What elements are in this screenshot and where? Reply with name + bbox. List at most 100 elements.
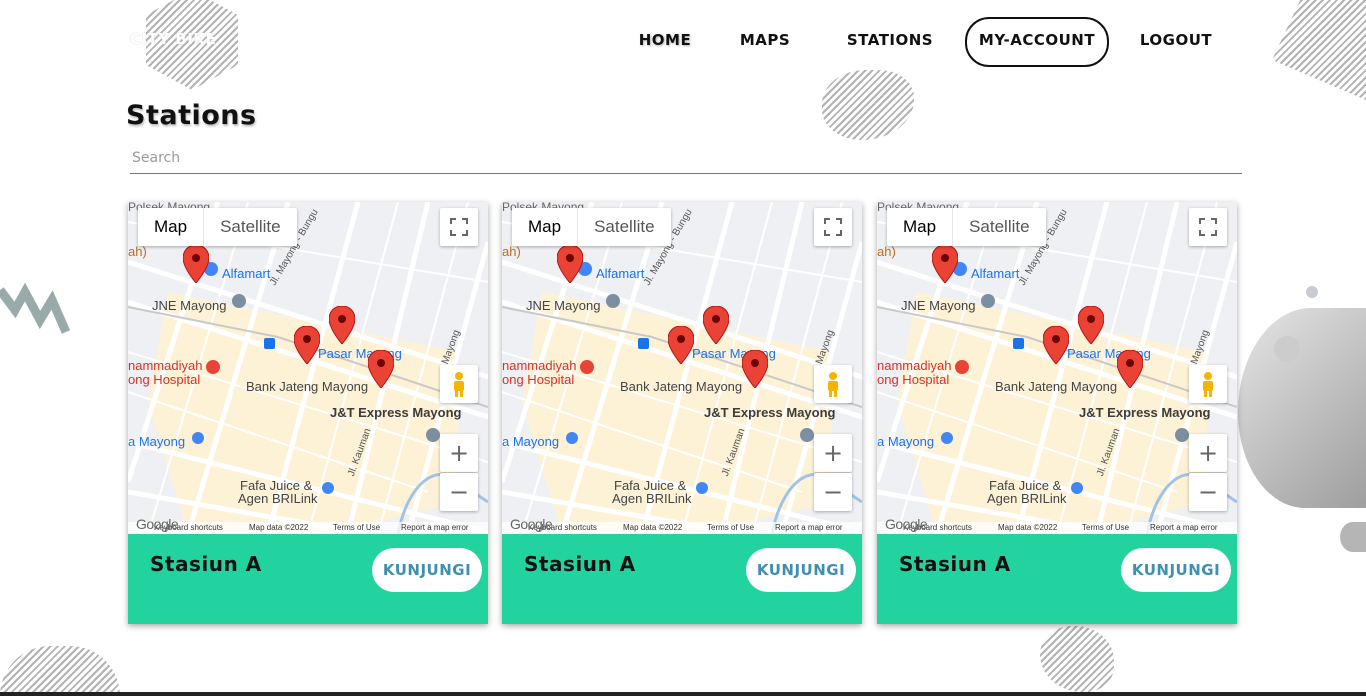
google-logo: Google xyxy=(885,516,928,532)
map-marker-icon[interactable] xyxy=(294,326,320,364)
map-label-hospital-2: ong Hospital xyxy=(128,372,201,387)
map-label-hospital-2: ong Hospital xyxy=(502,372,575,387)
map-marker-icon[interactable] xyxy=(183,245,209,283)
map-label-hospital: nammadiyah xyxy=(877,358,952,373)
station-map[interactable]: Polsek Mayong ah) Alfamart JNE Mayong Pa… xyxy=(128,202,488,534)
visit-button[interactable]: KUNJUNGI xyxy=(372,548,482,592)
map-marker-icon[interactable] xyxy=(932,245,958,283)
street-view-pegman[interactable] xyxy=(1189,365,1227,403)
zoom-in-button[interactable]: + xyxy=(814,434,852,472)
pegman-icon xyxy=(828,372,838,397)
nav-my-account[interactable]: MY-ACCOUNT xyxy=(965,17,1109,67)
visit-button[interactable]: KUNJUNGI xyxy=(746,548,856,592)
map-marker-icon[interactable] xyxy=(742,350,768,388)
map-label-alfamart: Alfamart xyxy=(596,266,645,281)
map-marker-icon[interactable] xyxy=(557,245,583,283)
station-name: Stasiun A xyxy=(150,552,262,576)
dot-decoration xyxy=(1306,286,1318,298)
bank-icon xyxy=(322,482,334,494)
map-type-map-button[interactable]: Map xyxy=(512,208,579,246)
map-attribution: Keyboard shortcuts Map data ©2022 Terms … xyxy=(128,522,488,534)
hospital-icon xyxy=(580,360,594,374)
map-data-label: Map data ©2022 xyxy=(249,523,309,532)
map-marker-icon[interactable] xyxy=(329,306,355,344)
map-label-bank: Bank Jateng Mayong xyxy=(620,379,743,394)
report-error-link[interactable]: Report a map error xyxy=(1150,522,1218,534)
map-label-jt: J&T Express Mayong xyxy=(1079,405,1211,420)
map-label-bank: Bank Jateng Mayong xyxy=(246,379,369,394)
bus-stop-icon xyxy=(1013,338,1024,349)
station-map[interactable]: Polsek Mayong ah) Alfamart JNE Mayong Pa… xyxy=(502,202,862,534)
map-label-mayong: a Mayong xyxy=(128,434,186,449)
nav-maps[interactable]: MAPS xyxy=(730,17,800,63)
terms-link[interactable]: Terms of Use xyxy=(1082,522,1129,534)
terms-link[interactable]: Terms of Use xyxy=(333,522,380,534)
hospital-icon xyxy=(206,360,220,374)
circle-decoration xyxy=(1340,522,1366,552)
window-bottom-border xyxy=(0,692,1366,696)
map-marker-icon[interactable] xyxy=(1043,326,1069,364)
place-icon xyxy=(800,428,814,442)
page-title: Stations xyxy=(126,100,257,131)
map-type-satellite-button[interactable]: Satellite xyxy=(953,208,1045,246)
zoom-in-button[interactable]: + xyxy=(1189,434,1227,472)
station-card: Polsek Mayong ah) Alfamart JNE Mayong Pa… xyxy=(877,202,1237,624)
map-type-satellite-button[interactable]: Satellite xyxy=(578,208,670,246)
map-marker-icon[interactable] xyxy=(1117,350,1143,388)
street-view-pegman[interactable] xyxy=(440,365,478,403)
blob-decoration xyxy=(822,70,914,140)
place-icon xyxy=(426,428,440,442)
fullscreen-button[interactable] xyxy=(814,208,852,246)
map-type-map-button[interactable]: Map xyxy=(887,208,954,246)
pegman-icon xyxy=(1203,372,1213,397)
map-label-jne: JNE Mayong xyxy=(152,298,227,313)
map-marker-icon[interactable] xyxy=(703,306,729,344)
zoom-in-button[interactable]: + xyxy=(440,434,478,472)
search-input[interactable] xyxy=(130,143,1242,174)
map-type-toggle: Map Satellite xyxy=(138,208,297,246)
map-type-map-button[interactable]: Map xyxy=(138,208,205,246)
logo[interactable]: CITY BIKE xyxy=(130,30,216,48)
card-footer: Stasiun A KUNJUNGI xyxy=(877,534,1237,624)
place-icon xyxy=(1175,428,1189,442)
zigzag-decoration xyxy=(0,280,80,354)
station-name: Stasiun A xyxy=(899,552,1011,576)
fullscreen-icon xyxy=(450,218,468,236)
fullscreen-button[interactable] xyxy=(1189,208,1227,246)
map-marker-icon[interactable] xyxy=(1078,306,1104,344)
map-type-toggle: Map Satellite xyxy=(887,208,1046,246)
map-attribution: Keyboard shortcuts Map data ©2022 Terms … xyxy=(502,522,862,534)
nav-logout[interactable]: LOGOUT xyxy=(1130,17,1222,63)
fullscreen-button[interactable] xyxy=(440,208,478,246)
map-label-mayong: a Mayong xyxy=(502,434,560,449)
report-error-link[interactable]: Report a map error xyxy=(401,522,469,534)
map-label-bank: Bank Jateng Mayong xyxy=(995,379,1118,394)
nav-home[interactable]: HOME xyxy=(628,17,702,63)
terms-link[interactable]: Terms of Use xyxy=(707,522,754,534)
street-view-pegman[interactable] xyxy=(814,365,852,403)
zoom-out-button[interactable]: − xyxy=(814,473,852,511)
bus-stop-icon xyxy=(638,338,649,349)
map-type-satellite-button[interactable]: Satellite xyxy=(204,208,296,246)
map-label-hospital: nammadiyah xyxy=(128,358,203,373)
google-logo: Google xyxy=(510,516,553,532)
nav-stations[interactable]: STATIONS xyxy=(840,17,940,63)
visit-button[interactable]: KUNJUNGI xyxy=(1121,548,1231,592)
map-data-label: Map data ©2022 xyxy=(623,523,683,532)
zoom-out-button[interactable]: − xyxy=(440,473,478,511)
map-marker-icon[interactable] xyxy=(368,350,394,388)
station-name: Stasiun A xyxy=(524,552,636,576)
card-footer: Stasiun A KUNJUNGI xyxy=(128,534,488,624)
zoom-out-button[interactable]: − xyxy=(1189,473,1227,511)
report-error-link[interactable]: Report a map error xyxy=(775,522,843,534)
bank-icon xyxy=(1071,482,1083,494)
google-logo: Google xyxy=(136,516,179,532)
bottom-blob-decoration xyxy=(1040,626,1114,692)
map-type-toggle: Map Satellite xyxy=(512,208,671,246)
map-label-edge: ah) xyxy=(877,244,896,259)
map-label-alfamart: Alfamart xyxy=(222,266,271,281)
map-marker-icon[interactable] xyxy=(668,326,694,364)
station-map[interactable]: Polsek Mayong ah) Alfamart JNE Mayong Pa… xyxy=(877,202,1237,534)
map-label-edge: ah) xyxy=(502,244,521,259)
map-label-fafa-2: Agen BRILink xyxy=(238,491,318,506)
